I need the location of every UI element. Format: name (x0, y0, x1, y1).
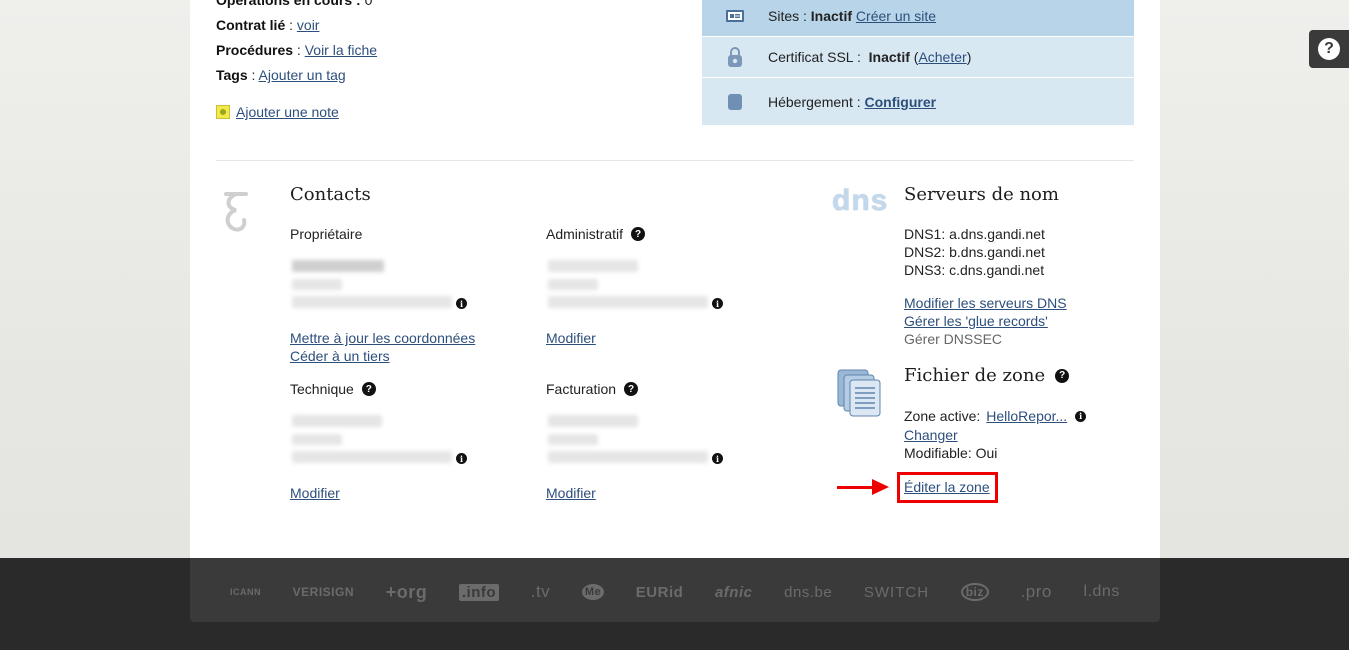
admin-details-redacted-2 (548, 279, 598, 290)
partner-logos: ICANN VERISIGN +org .info .tv Me EURid a… (230, 575, 1120, 609)
glue-records-link[interactable]: Gérer les 'glue records' (904, 313, 1048, 329)
create-site-link[interactable]: Créer un site (856, 8, 936, 24)
hosting-row: Hébergement : Configurer (702, 78, 1134, 125)
logo-dnsbe: dns.be (784, 583, 833, 601)
logo-verisign: VERISIGN (292, 585, 355, 599)
owner-label: Propriétaire (290, 226, 363, 242)
procedures-row: Procédures : Voir la fiche (216, 42, 378, 58)
tech-help-icon[interactable]: ? (361, 382, 376, 396)
tech-label: Technique? (290, 381, 376, 397)
billing-info-icon[interactable]: i (712, 453, 723, 464)
highlight-box (897, 472, 998, 503)
billing-modify-link[interactable]: Modifier (546, 485, 596, 501)
help-icon: ? (1318, 38, 1340, 60)
add-note-link[interactable]: Ajouter une note (236, 104, 339, 120)
logo-switch: SWITCH (863, 583, 930, 601)
logo-icann: ICANN (230, 587, 261, 597)
zone-file-title: Fichier de zone (904, 365, 1046, 386)
owner-details-redacted-2 (292, 279, 342, 290)
contrat-link[interactable]: voir (297, 17, 320, 33)
tech-details-redacted-2 (292, 434, 342, 445)
note-icon (216, 105, 230, 119)
admin-details-redacted-3 (548, 296, 708, 308)
modifiable-status: Modifiable: Oui (904, 445, 998, 461)
logo-pro: .pro (1020, 582, 1052, 601)
tech-modify-link[interactable]: Modifier (290, 485, 340, 501)
billing-help-icon[interactable]: ? (624, 382, 639, 396)
logo-tv: .tv (530, 582, 551, 601)
admin-label: Administratif? (546, 226, 646, 242)
configure-hosting-link[interactable]: Configurer (865, 94, 937, 110)
transfer-domain-link[interactable]: Céder à un tiers (290, 348, 390, 364)
logo-afnic: afnic (714, 583, 753, 601)
buy-ssl-link[interactable]: Acheter (918, 49, 966, 65)
dns2-entry: DNS2: b.dns.gandi.net (904, 244, 1045, 260)
services-status-panel: Sites : Inactif Créer un site Certificat… (702, 0, 1134, 125)
dnssec-text: Gérer DNSSEC (904, 331, 1003, 347)
nameservers-title: Serveurs de nom (904, 184, 1059, 205)
tech-details-redacted-3 (292, 451, 452, 463)
ssl-row: Certificat SSL : Inactif (Acheter) (702, 37, 1134, 77)
help-tab[interactable]: ? (1309, 30, 1349, 68)
annotation-arrow-head (872, 479, 889, 495)
zone-file-header: Fichier de zone ? (904, 365, 1070, 386)
owner-info-icon[interactable]: i (456, 298, 467, 309)
logo-info: .info (458, 583, 500, 601)
add-tag-link[interactable]: Ajouter un tag (259, 67, 346, 83)
add-note-row: Ajouter une note (216, 104, 339, 120)
admin-info-icon[interactable]: i (712, 298, 723, 309)
active-zone-row: Zone active: HelloRepor... i (904, 408, 1087, 424)
admin-modify-link[interactable]: Modifier (546, 330, 596, 346)
modify-dns-link[interactable]: Modifier les serveurs DNS (904, 295, 1067, 311)
change-zone-link[interactable]: Changer (904, 427, 958, 443)
update-contact-link[interactable]: Mettre à jour les coordonnées (290, 330, 475, 346)
domain-info-block: Opérations en cours : 0 Contrat lié : vo… (216, 0, 377, 88)
procedures-link[interactable]: Voir la fiche (305, 42, 377, 58)
owner-details-redacted (292, 260, 384, 272)
operations-row: Opérations en cours : 0 (216, 0, 373, 8)
contacts-icon (220, 190, 252, 245)
tags-row: Tags : Ajouter un tag (216, 67, 346, 83)
website-icon (702, 8, 768, 24)
owner-details-redacted-3 (292, 296, 452, 308)
lock-icon (702, 46, 768, 68)
zone-help-icon[interactable]: ? (1055, 368, 1070, 383)
active-zone-link[interactable]: HelloRepor... (986, 408, 1067, 424)
tech-info-icon[interactable]: i (456, 453, 467, 464)
dns-logo-icon: dns (832, 184, 889, 217)
hosting-icon (702, 93, 768, 110)
sites-row: Sites : Inactif Créer un site (702, 0, 1134, 36)
contrat-row: Contrat lié : voir (216, 17, 320, 33)
logo-eurid: EURid (635, 583, 684, 601)
logo-org: +org (385, 581, 428, 602)
tech-details-redacted (292, 415, 382, 427)
billing-label: Facturation? (546, 381, 639, 397)
logo-biz: biz (960, 583, 989, 601)
zone-file-icon (836, 368, 882, 423)
annotation-arrow (837, 486, 875, 489)
zone-info-icon[interactable]: i (1075, 410, 1087, 422)
billing-details-redacted-2 (548, 434, 598, 445)
logo-me: Me (581, 584, 605, 600)
billing-details-redacted (548, 415, 638, 427)
contacts-title: Contacts (290, 184, 371, 205)
dns3-entry: DNS3: c.dns.gandi.net (904, 262, 1045, 278)
dns1-entry: DNS1: a.dns.gandi.net (904, 226, 1045, 242)
billing-details-redacted-3 (548, 451, 708, 463)
dns-server-list: DNS1: a.dns.gandi.net DNS2: b.dns.gandi.… (904, 225, 1045, 279)
admin-details-redacted (548, 260, 638, 272)
logo-ldns: l.dns (1083, 583, 1120, 600)
admin-help-icon[interactable]: ? (631, 227, 646, 241)
section-divider (216, 160, 1134, 161)
